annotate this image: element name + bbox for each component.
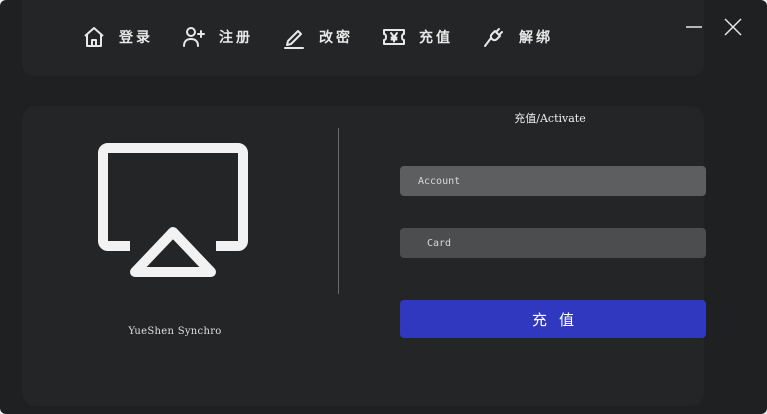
nav-item-label: 改密 [319, 30, 353, 46]
minimize-icon [686, 26, 702, 28]
nav-item-label: 充值 [419, 30, 453, 46]
account-input[interactable] [400, 166, 706, 196]
minimize-button[interactable] [683, 16, 705, 38]
unplug-icon [484, 28, 503, 47]
top-nav: 登录 注册 改密 充值 解绑 [82, 22, 582, 52]
nav-item-register[interactable]: 注册 [182, 25, 253, 49]
nav-item-unbind[interactable]: 解绑 [482, 25, 553, 49]
nav-item-recharge[interactable]: 充值 [382, 25, 453, 49]
home-icon [84, 27, 104, 47]
nav-item-login[interactable]: 登录 [82, 25, 153, 49]
nav-item-label: 登录 [119, 30, 153, 46]
card-input[interactable] [400, 228, 706, 258]
nav-item-label: 注册 [219, 30, 253, 46]
nav-item-label: 解绑 [519, 30, 553, 46]
nav-item-change-password[interactable]: 改密 [282, 25, 353, 49]
pen-icon [284, 30, 304, 49]
close-icon [724, 18, 742, 36]
airplay-icon [98, 143, 248, 277]
app-window: 登录 注册 改密 充值 解绑 YueShen Synchro 充值/Activa… [0, 0, 767, 414]
yen-ticket-icon [383, 29, 405, 45]
recharge-button[interactable]: 充值 [400, 300, 706, 338]
form-title: 充值/Activate [514, 112, 586, 125]
close-button[interactable] [722, 16, 744, 38]
add-user-icon [183, 27, 205, 47]
vertical-divider [338, 128, 339, 294]
app-name: YueShen Synchro [128, 326, 222, 337]
